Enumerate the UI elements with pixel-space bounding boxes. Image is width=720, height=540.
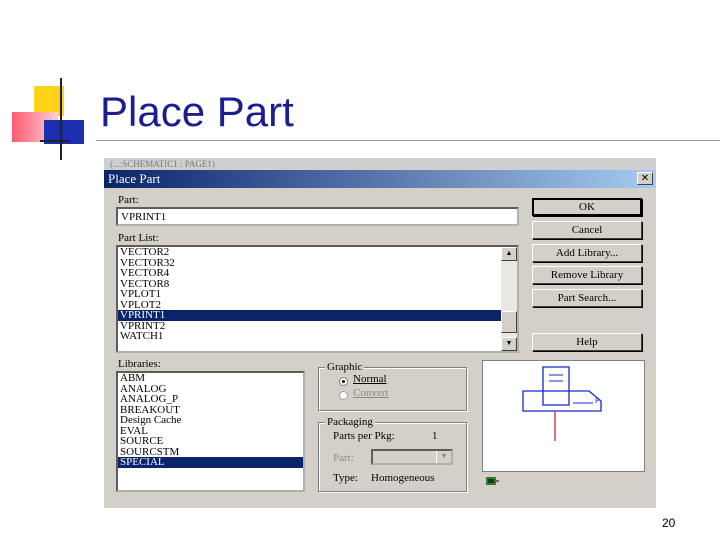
type-value: Homogeneous — [371, 472, 435, 484]
add-library-button[interactable]: Add Library... — [532, 244, 642, 262]
library-item[interactable]: SOURCE — [118, 436, 303, 447]
part-list-scroll-thumb[interactable] — [501, 311, 517, 333]
library-items: ABM ANALOG ANALOG_P BREAKOUT Design Cache EVA… — [118, 373, 303, 468]
place-part-screenshot: (...:SCHEMATIC1 : PAGE1) Place Part ✕ Pa… — [104, 158, 656, 508]
scroll-up-button[interactable]: ▲ — [501, 247, 517, 261]
close-button[interactable]: ✕ — [637, 172, 653, 185]
library-item[interactable]: ANALOG_P — [118, 394, 303, 405]
title-underline — [96, 140, 720, 141]
part-list-item[interactable]: VPLOT2 — [118, 299, 517, 311]
part-status-icon — [486, 477, 499, 485]
dialog-title-bar: Place Part ✕ — [104, 170, 656, 188]
cancel-button[interactable]: Cancel — [532, 221, 642, 239]
combo-dropdown-button: ▼ — [436, 451, 451, 463]
convert-radio — [339, 391, 348, 400]
library-item[interactable]: SPECIAL — [118, 457, 303, 468]
parts-per-pkg-label: Parts per Pkg: — [333, 430, 395, 442]
part-list-item[interactable]: VECTOR4 — [118, 268, 517, 279]
background-window-title: (...:SCHEMATIC1 : PAGE1) — [104, 158, 656, 170]
type-label: Type: — [333, 472, 358, 484]
part-search-button[interactable]: Part Search... — [532, 289, 642, 307]
libraries-label: Libraries: — [118, 358, 161, 370]
library-item[interactable]: ABM — [118, 373, 303, 384]
decor-horizontal-line — [40, 140, 70, 142]
ok-button[interactable]: OK — [532, 198, 642, 216]
decor-vertical-line — [60, 78, 62, 160]
normal-radio[interactable] — [339, 377, 348, 386]
graphic-group-title: Graphic — [325, 361, 365, 373]
packaging-part-label: Part: — [333, 452, 354, 464]
libraries-list[interactable]: ABM ANALOG ANALOG_P BREAKOUT Design Cache EVA… — [116, 371, 305, 492]
part-list-items: VECTOR2 VECTOR32 VECTOR4 VECTOR8 VPLOT1 VPLOT… — [118, 247, 517, 342]
vprint-symbol-icon: P — [522, 366, 602, 441]
chevron-down-icon: ▼ — [440, 453, 448, 460]
part-list-item[interactable]: WATCH1 — [118, 331, 517, 342]
remove-library-button[interactable]: Remove Library — [532, 266, 642, 284]
packaging-group-title: Packaging — [325, 416, 375, 428]
part-list-item[interactable]: VECTOR8 — [118, 278, 517, 290]
close-icon: ✕ — [640, 173, 650, 184]
part-list-item[interactable]: VPRINT2 — [118, 320, 517, 332]
part-list-item[interactable]: VPRINT1 — [118, 310, 517, 321]
normal-radio-label[interactable]: Normal — [353, 373, 387, 385]
scroll-up-icon: ▲ — [505, 250, 513, 257]
scroll-down-button[interactable]: ▼ — [501, 337, 517, 351]
part-list-scrollbar[interactable]: ▲ ▼ — [501, 247, 517, 351]
graphic-group: Graphic Normal Convert — [318, 361, 467, 411]
part-list[interactable]: VECTOR2 VECTOR32 VECTOR4 VECTOR8 VPLOT1 VPLOT… — [116, 245, 519, 353]
slide-title: Place Part — [100, 88, 294, 135]
page-number: 20 — [662, 516, 676, 530]
part-input[interactable]: VPRINT1 — [116, 207, 519, 226]
dialog-title: Place Part — [108, 171, 161, 186]
scroll-down-icon: ▼ — [505, 340, 513, 347]
parts-per-pkg-value: 1 — [432, 430, 438, 442]
packaging-part-select: ▼ — [371, 449, 453, 465]
help-button[interactable]: Help — [532, 333, 642, 351]
packaging-group: Packaging Parts per Pkg: 1 Part: ▼ Type:… — [318, 416, 467, 492]
convert-radio-label: Convert — [353, 387, 389, 399]
part-label: Part: — [118, 194, 139, 206]
part-list-label: Part List: — [118, 232, 159, 244]
svg-text:P: P — [595, 397, 599, 405]
part-list-item[interactable]: VECTOR32 — [118, 257, 517, 269]
part-list-item[interactable]: VECTOR2 — [118, 247, 517, 258]
part-preview: P — [482, 360, 645, 472]
part-list-item[interactable]: VPLOT1 — [118, 289, 517, 300]
library-item[interactable]: Design Cache — [118, 415, 303, 426]
